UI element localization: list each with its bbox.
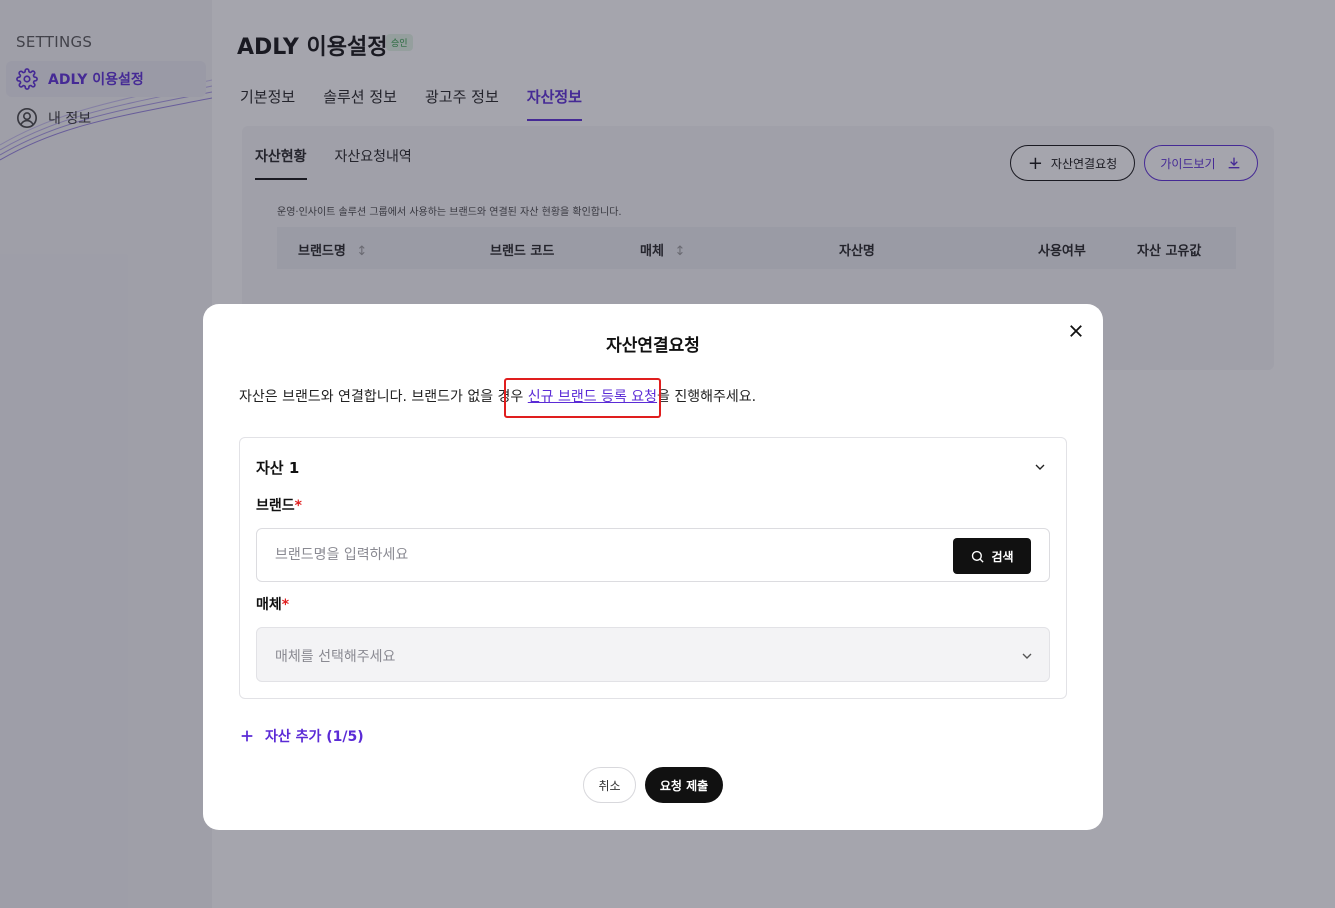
submit-request-button[interactable]: 요청 제출	[645, 767, 723, 803]
required-mark: *	[294, 498, 302, 514]
media-select[interactable]: 매체를 선택해주세요	[256, 627, 1050, 682]
modal-title: 자산연결요청	[606, 336, 700, 356]
media-label-text: 매체	[256, 597, 282, 613]
chevron-down-icon[interactable]	[1032, 459, 1048, 475]
brand-input-wrapper: 검색	[256, 528, 1050, 582]
search-button-label: 검색	[991, 549, 1014, 564]
new-brand-request-link[interactable]: 신규 브랜드 등록 요청	[528, 389, 657, 405]
brand-label: 브랜드*	[256, 495, 302, 515]
modal-intro: 자산은 브랜드와 연결합니다. 브랜드가 없을 경우 신규 브랜드 등록 요청을…	[239, 386, 756, 406]
chevron-down-icon	[1022, 653, 1032, 659]
intro-text-before: 자산은 브랜드와 연결합니다. 브랜드가 없을 경우	[239, 389, 528, 405]
required-mark: *	[281, 597, 290, 613]
media-select-placeholder: 매체를 선택해주세요	[275, 649, 396, 665]
add-asset-label: 자산 추가 (1/5)	[265, 729, 364, 745]
close-button[interactable]	[1065, 320, 1087, 342]
intro-text-after: 을 진행해주세요.	[657, 389, 757, 405]
asset-connect-modal: 자산연결요청 자산은 브랜드와 연결합니다. 브랜드가 없을 경우 신규 브랜드…	[203, 304, 1103, 830]
close-icon	[1070, 325, 1082, 337]
plus-icon	[241, 730, 253, 742]
search-icon	[972, 550, 985, 563]
brand-search-input[interactable]	[275, 529, 935, 581]
asset-card: 자산 1 브랜드* 검색 매체* 매체를 선택해주세요	[239, 437, 1067, 699]
brand-label-text: 브랜드	[256, 498, 295, 514]
media-label: 매체*	[256, 594, 289, 614]
brand-search-button[interactable]: 검색	[953, 538, 1031, 574]
cancel-button[interactable]: 취소	[583, 767, 636, 803]
asset-card-title: 자산 1	[256, 459, 300, 477]
add-asset-button[interactable]: 자산 추가 (1/5)	[239, 726, 364, 746]
